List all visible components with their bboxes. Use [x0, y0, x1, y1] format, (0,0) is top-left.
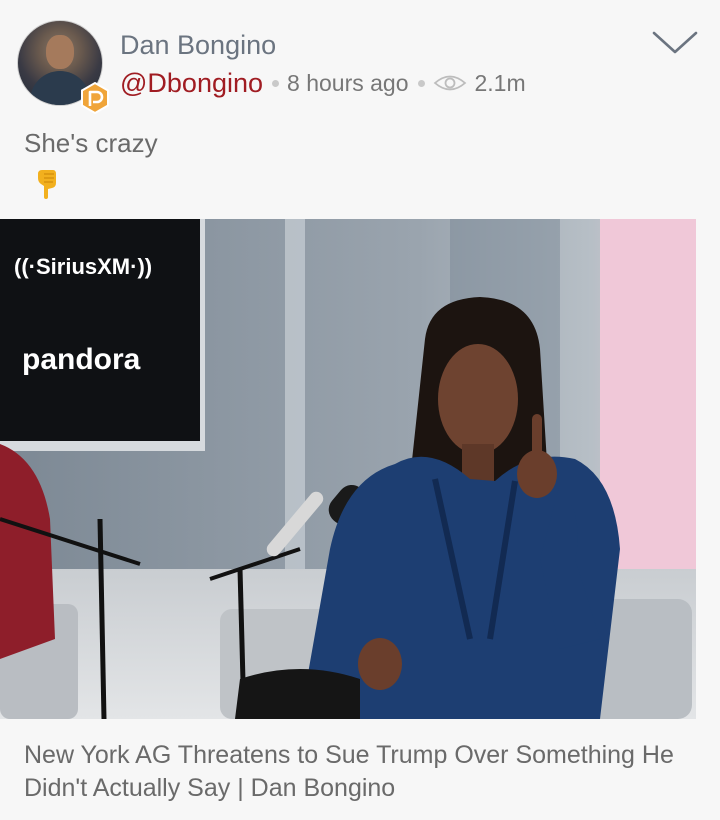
- pointing-down-emoji: [38, 170, 56, 199]
- link-title[interactable]: New York AG Threatens to Sue Trump Over …: [24, 739, 684, 805]
- post-image[interactable]: ((·SiriusXM·)) pandora: [0, 219, 696, 719]
- parler-badge-icon: [81, 82, 109, 114]
- studio-photo: ((·SiriusXM·)) pandora: [0, 219, 696, 719]
- separator-dot: [417, 79, 425, 87]
- author-name[interactable]: Dan Bongino: [120, 30, 276, 61]
- avatar[interactable]: [17, 20, 109, 114]
- view-count: 2.1m: [474, 69, 526, 96]
- post-time: 8 hours ago: [287, 69, 409, 96]
- post-meta: @Dbongino 8 hours ago 2.1m: [120, 66, 526, 100]
- siriusxm-logo: ((·SiriusXM·)): [14, 254, 152, 279]
- chevron-down-icon[interactable]: [652, 30, 698, 56]
- author-handle[interactable]: @Dbongino: [120, 68, 263, 99]
- eye-icon: [433, 75, 466, 91]
- separator-dot: [272, 79, 280, 87]
- post-text: She's crazy: [24, 128, 158, 158]
- pandora-logo: pandora: [22, 343, 141, 376]
- post-card: Dan Bongino @Dbongino 8 hours ago 2.1m S…: [0, 0, 720, 820]
